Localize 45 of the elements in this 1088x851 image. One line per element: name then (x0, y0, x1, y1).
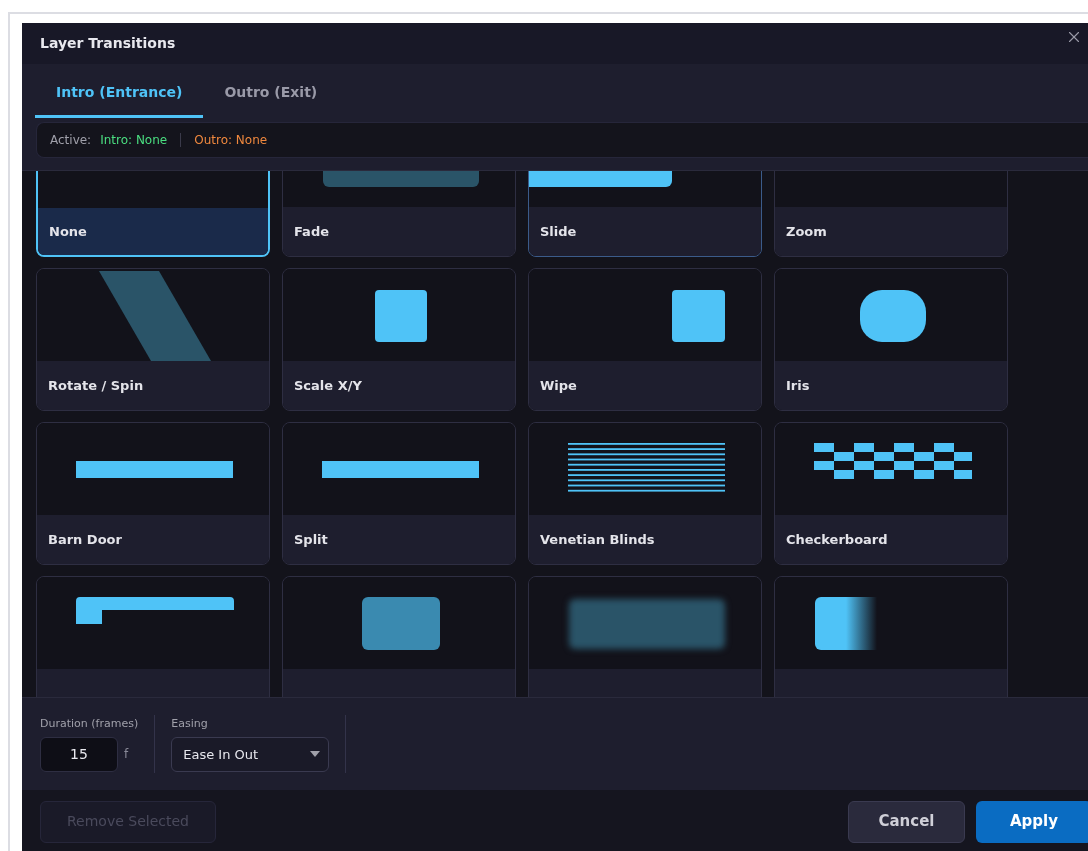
tab[interactable]: Intro (Entrance) (35, 69, 204, 118)
transition-card[interactable]: Slide (528, 171, 762, 257)
caret-icon (310, 751, 321, 758)
cancel-button[interactable]: Cancel (848, 800, 965, 843)
transition-card[interactable]: Scale X/Y (282, 268, 516, 411)
transition-label: Rotate / Spin (48, 376, 144, 395)
unit-label: f (124, 746, 129, 764)
active-label: Active: (50, 132, 92, 149)
transition-label: Split (294, 530, 328, 549)
easing-label: Easing (171, 716, 209, 733)
transition-card[interactable]: Rotate / Spin (36, 268, 270, 411)
intro-status: Intro: None (100, 132, 168, 149)
transition-card[interactable]: Checkerboard (774, 422, 1008, 565)
transition-card[interactable] (36, 576, 270, 697)
transition-card[interactable]: None (36, 171, 270, 257)
duration-label: Duration (frames) (40, 716, 139, 733)
tab[interactable]: Outro (Exit) (203, 69, 339, 118)
transition-label: Scale X/Y (294, 376, 362, 395)
square-drawing (375, 290, 427, 342)
gradient-square-drawing (815, 597, 877, 650)
transition-card[interactable]: Venetian Blinds (528, 422, 762, 565)
transition-card[interactable] (774, 576, 1008, 697)
easing-dropdown[interactable]: Ease In Out (171, 736, 330, 772)
window-title: Layer Transitions (40, 34, 176, 53)
transition-label: Fade (294, 222, 329, 241)
transition-label: Barn Door (48, 530, 122, 549)
transition-card[interactable]: Wipe (528, 268, 762, 411)
transition-card[interactable]: Iris (774, 268, 1008, 411)
transition-card[interactable]: Split (282, 422, 516, 565)
transition-label: None (49, 222, 87, 241)
square-drawing (672, 290, 725, 342)
transition-card[interactable]: Zoom (774, 171, 1008, 257)
transition-card[interactable]: Fade (282, 171, 516, 257)
apply-button[interactable]: Apply (976, 800, 1088, 843)
transition-label: Iris (786, 376, 810, 395)
transition-label: Checkerboard (786, 530, 888, 549)
transition-card[interactable] (282, 576, 516, 697)
duration-field[interactable]: 15 (40, 736, 118, 772)
transition-label: Slide (540, 222, 577, 241)
transition-label: Wipe (540, 376, 577, 395)
octagon-drawing (860, 290, 926, 342)
transition-label: Zoom (786, 222, 827, 241)
transition-label: Venetian Blinds (540, 530, 655, 549)
outro-status: Outro: None (194, 132, 268, 149)
transition-card[interactable]: Barn Door (36, 422, 270, 565)
